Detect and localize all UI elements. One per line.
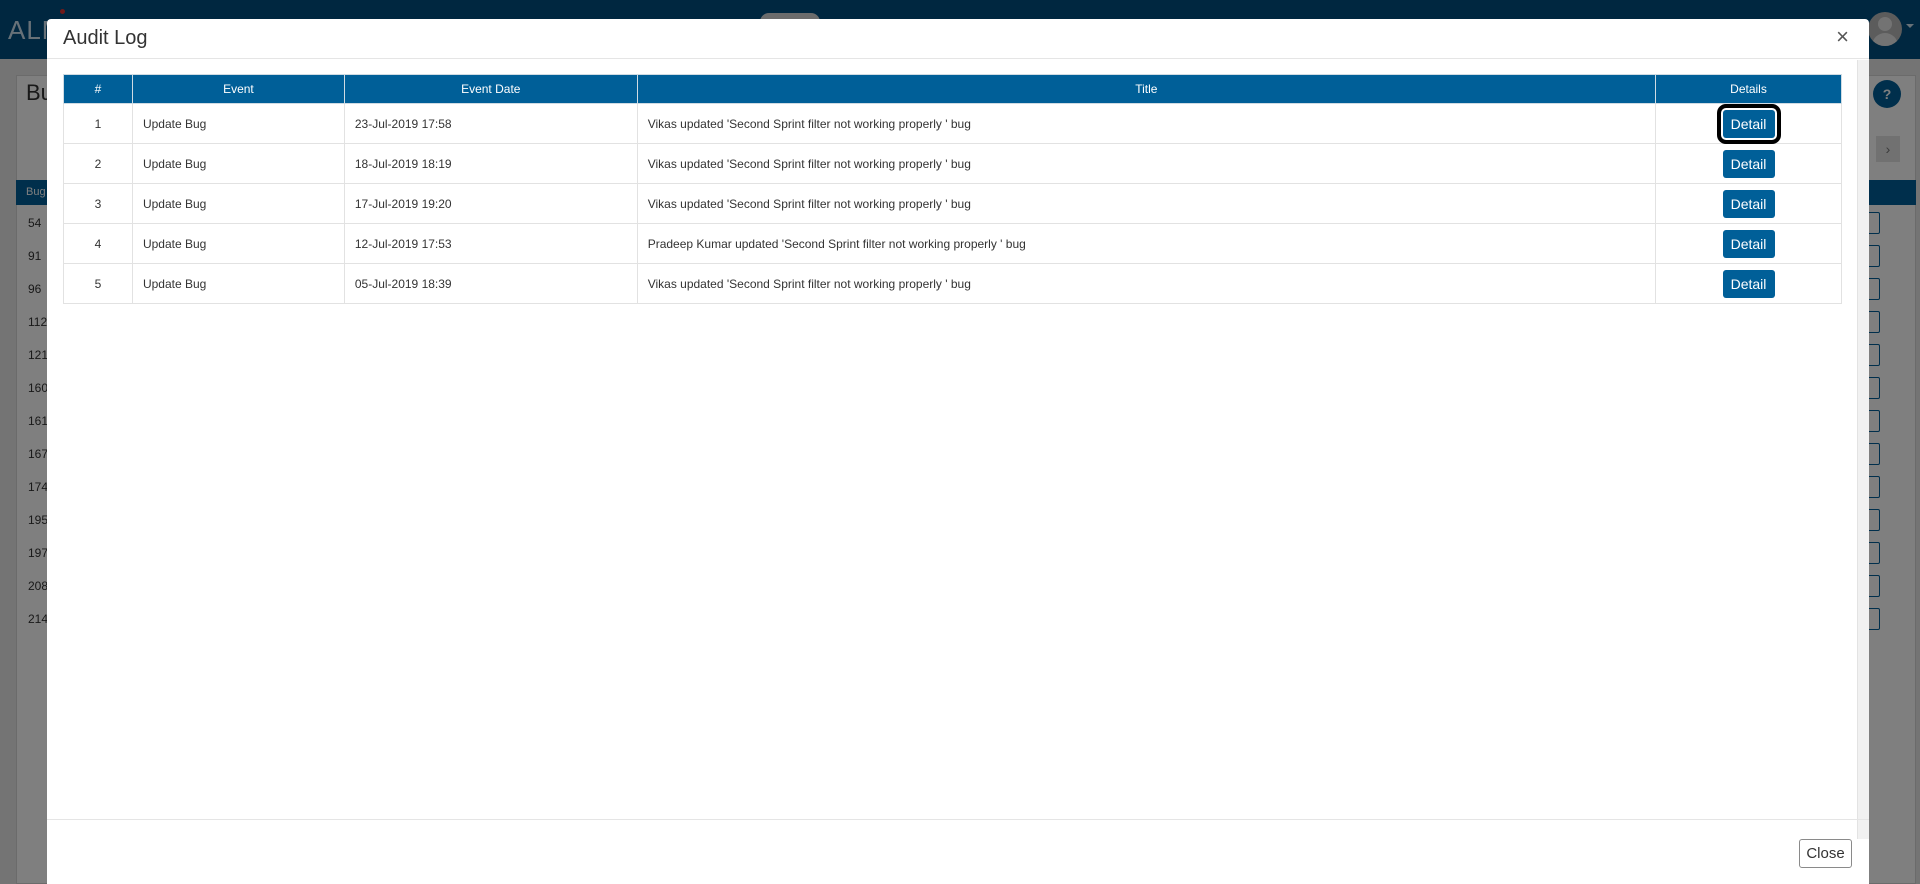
column-header-event: Event <box>131 74 345 104</box>
table-row: 2 Update Bug 18-Jul-2019 18:19 Vikas upd… <box>63 143 1842 184</box>
modal-footer: Close <box>47 819 1869 884</box>
row-event: Update Bug <box>131 223 345 264</box>
row-event: Update Bug <box>131 143 345 184</box>
row-title: Pradeep Kumar updated 'Second Sprint fil… <box>636 223 1657 264</box>
row-details-cell: Detail <box>1655 223 1842 264</box>
row-number: 5 <box>63 263 133 304</box>
row-number: 3 <box>63 183 133 224</box>
detail-button[interactable]: Detail <box>1716 103 1781 144</box>
column-header-details: Details <box>1655 74 1842 104</box>
row-event-date: 23-Jul-2019 17:58 <box>343 103 638 144</box>
detail-button[interactable]: Detail <box>1722 149 1775 178</box>
audit-log-modal: Audit Log × # Event Event Date Title Det… <box>47 19 1869 884</box>
row-event: Update Bug <box>131 183 345 224</box>
row-event-date: 12-Jul-2019 17:53 <box>343 223 638 264</box>
row-number: 4 <box>63 223 133 264</box>
row-details-cell: Detail <box>1655 103 1842 144</box>
row-event: Update Bug <box>131 263 345 304</box>
row-title: Vikas updated 'Second Sprint filter not … <box>636 183 1657 224</box>
modal-scrollbar[interactable] <box>1857 60 1869 839</box>
column-header-event-date: Event Date <box>343 74 638 104</box>
audit-log-table: # Event Event Date Title Details 1 Updat… <box>63 74 1842 304</box>
table-header-row: # Event Event Date Title Details <box>63 74 1842 104</box>
row-details-cell: Detail <box>1655 263 1842 304</box>
row-title: Vikas updated 'Second Sprint filter not … <box>636 143 1657 184</box>
modal-body: # Event Event Date Title Details 1 Updat… <box>63 74 1842 304</box>
column-header-number: # <box>63 74 133 104</box>
table-row: 4 Update Bug 12-Jul-2019 17:53 Pradeep K… <box>63 223 1842 264</box>
row-title: Vikas updated 'Second Sprint filter not … <box>636 103 1657 144</box>
column-header-title: Title <box>636 74 1657 104</box>
table-row: 1 Update Bug 23-Jul-2019 17:58 Vikas upd… <box>63 103 1842 144</box>
modal-title: Audit Log <box>63 27 148 49</box>
row-event-date: 05-Jul-2019 18:39 <box>343 263 638 304</box>
row-event-date: 18-Jul-2019 18:19 <box>343 143 638 184</box>
modal-header: Audit Log × <box>47 19 1869 59</box>
detail-button[interactable]: Detail <box>1722 189 1775 218</box>
row-number: 2 <box>63 143 133 184</box>
row-event: Update Bug <box>131 103 345 144</box>
table-row: 5 Update Bug 05-Jul-2019 18:39 Vikas upd… <box>63 263 1842 304</box>
detail-button[interactable]: Detail <box>1722 229 1775 258</box>
close-button[interactable]: Close <box>1799 839 1852 868</box>
row-title: Vikas updated 'Second Sprint filter not … <box>636 263 1657 304</box>
row-details-cell: Detail <box>1655 143 1842 184</box>
table-row: 3 Update Bug 17-Jul-2019 19:20 Vikas upd… <box>63 183 1842 224</box>
detail-button[interactable]: Detail <box>1722 269 1775 298</box>
row-number: 1 <box>63 103 133 144</box>
row-details-cell: Detail <box>1655 183 1842 224</box>
row-event-date: 17-Jul-2019 19:20 <box>343 183 638 224</box>
close-icon[interactable]: × <box>1836 25 1849 49</box>
